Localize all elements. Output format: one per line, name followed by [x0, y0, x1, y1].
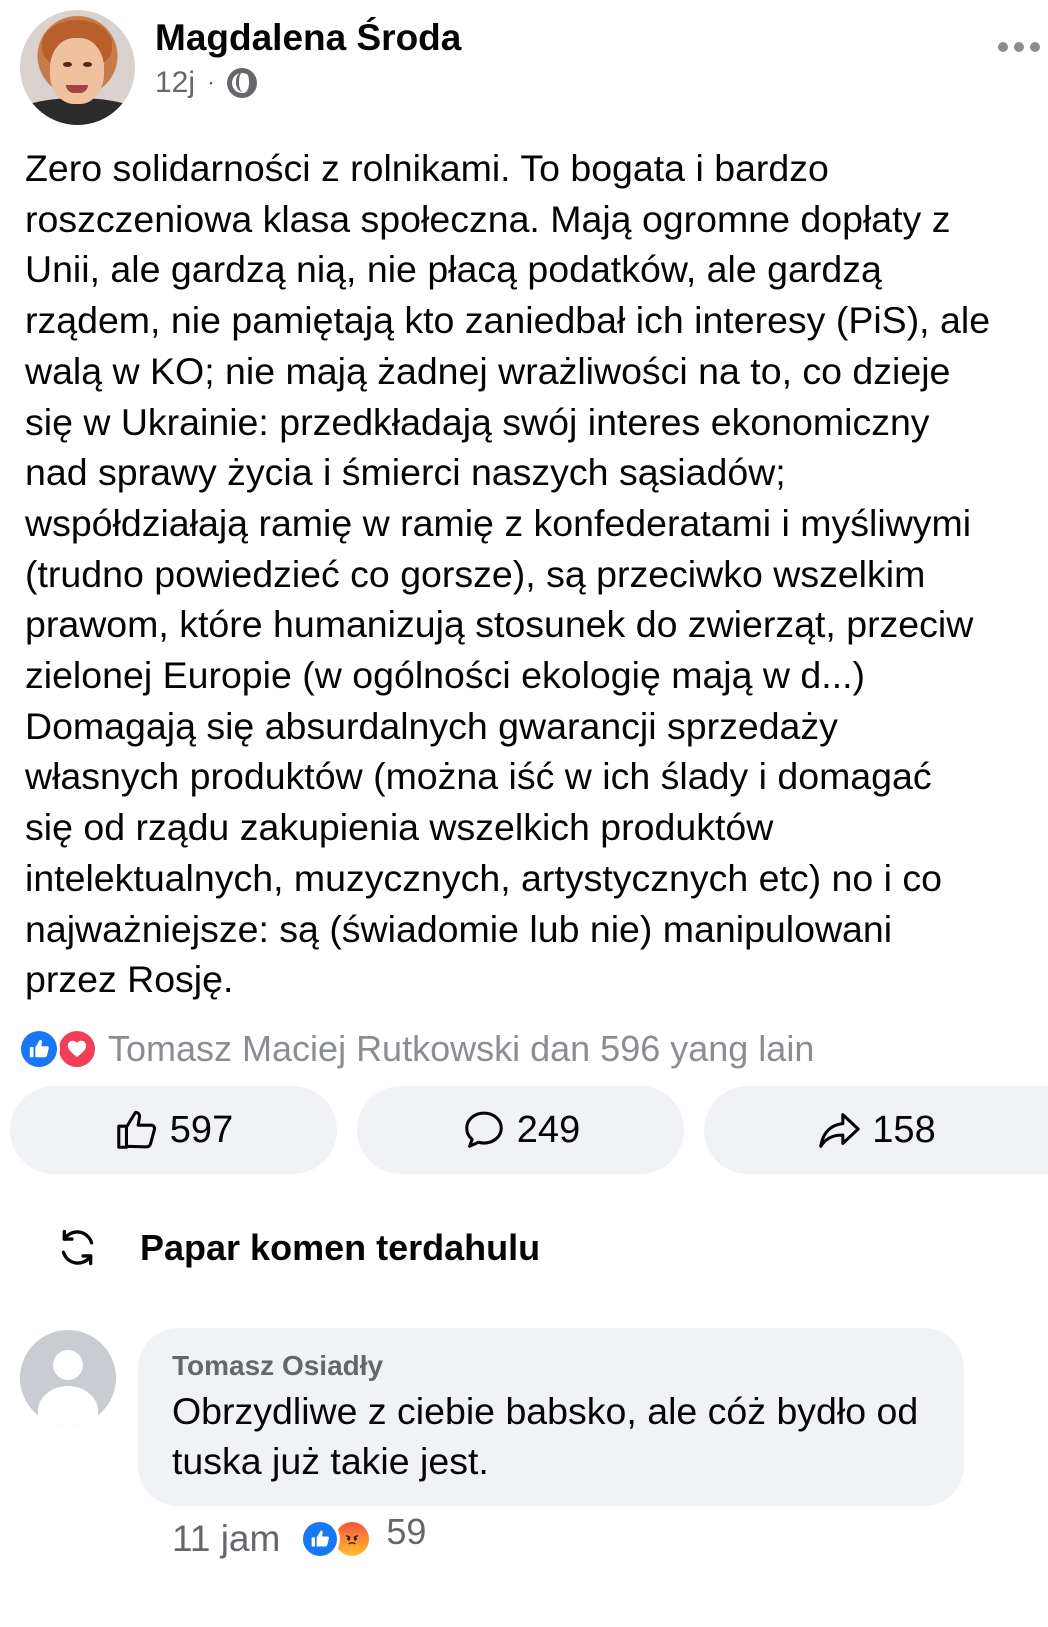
thumbs-up-icon — [117, 1110, 156, 1149]
comment-time[interactable]: 11 jam — [172, 1518, 280, 1560]
author-name[interactable]: Magdalena Środa — [155, 18, 461, 58]
commenter-avatar[interactable] — [20, 1330, 116, 1426]
comment-icon — [465, 1111, 503, 1148]
post-meta: 12j · — [155, 66, 258, 100]
love-icon — [56, 1028, 98, 1070]
post-time[interactable]: 12j — [155, 66, 195, 100]
comment-bubble[interactable]: Tomasz Osiadły Obrzydliwe z ciebie babsk… — [138, 1328, 964, 1506]
post-text: Zero solidarności z rolnikami. To bogata… — [25, 147, 991, 1001]
globe-icon — [227, 68, 258, 98]
post-header: Magdalena Środa 12j · — [0, 0, 1048, 135]
comment-author[interactable]: Tomasz Osiadły — [172, 1350, 383, 1382]
previous-comments-label: Papar komen terdahulu — [140, 1226, 541, 1268]
dot-icon — [1014, 42, 1024, 52]
view-previous-comments[interactable]: Papar komen terdahulu — [55, 1225, 540, 1270]
author-avatar[interactable] — [20, 10, 135, 125]
share-icon — [819, 1113, 860, 1148]
share-count: 158 — [872, 1108, 936, 1151]
dot-icon — [1030, 42, 1040, 52]
like-button[interactable]: 597 — [10, 1086, 337, 1174]
more-options-button[interactable] — [998, 42, 1040, 52]
like-count: 597 — [169, 1108, 234, 1151]
comment-reactions[interactable] — [300, 1519, 373, 1559]
reactions-summary[interactable]: Tomasz Maciej Rutkowski dan 596 yang lai… — [18, 1026, 814, 1072]
comment-text: Obrzydliwe z ciebie babsko, ale cóż bydł… — [172, 1390, 919, 1482]
reactors-text[interactable]: Tomasz Maciej Rutkowski dan 596 yang lai… — [108, 1027, 814, 1071]
like-icon — [18, 1028, 60, 1070]
comment-reaction-count: 59 — [386, 1511, 427, 1552]
comment-count: 249 — [516, 1108, 581, 1151]
comment-button[interactable]: 249 — [357, 1086, 684, 1174]
share-button[interactable]: 158 — [704, 1086, 1048, 1174]
refresh-icon — [61, 1229, 94, 1266]
comment-meta: 11 jam 59 — [172, 1511, 426, 1560]
like-icon — [300, 1519, 341, 1559]
action-bar: 597 249 158 — [10, 1086, 1048, 1176]
dot-icon — [998, 42, 1008, 52]
meta-separator: · — [207, 69, 216, 96]
